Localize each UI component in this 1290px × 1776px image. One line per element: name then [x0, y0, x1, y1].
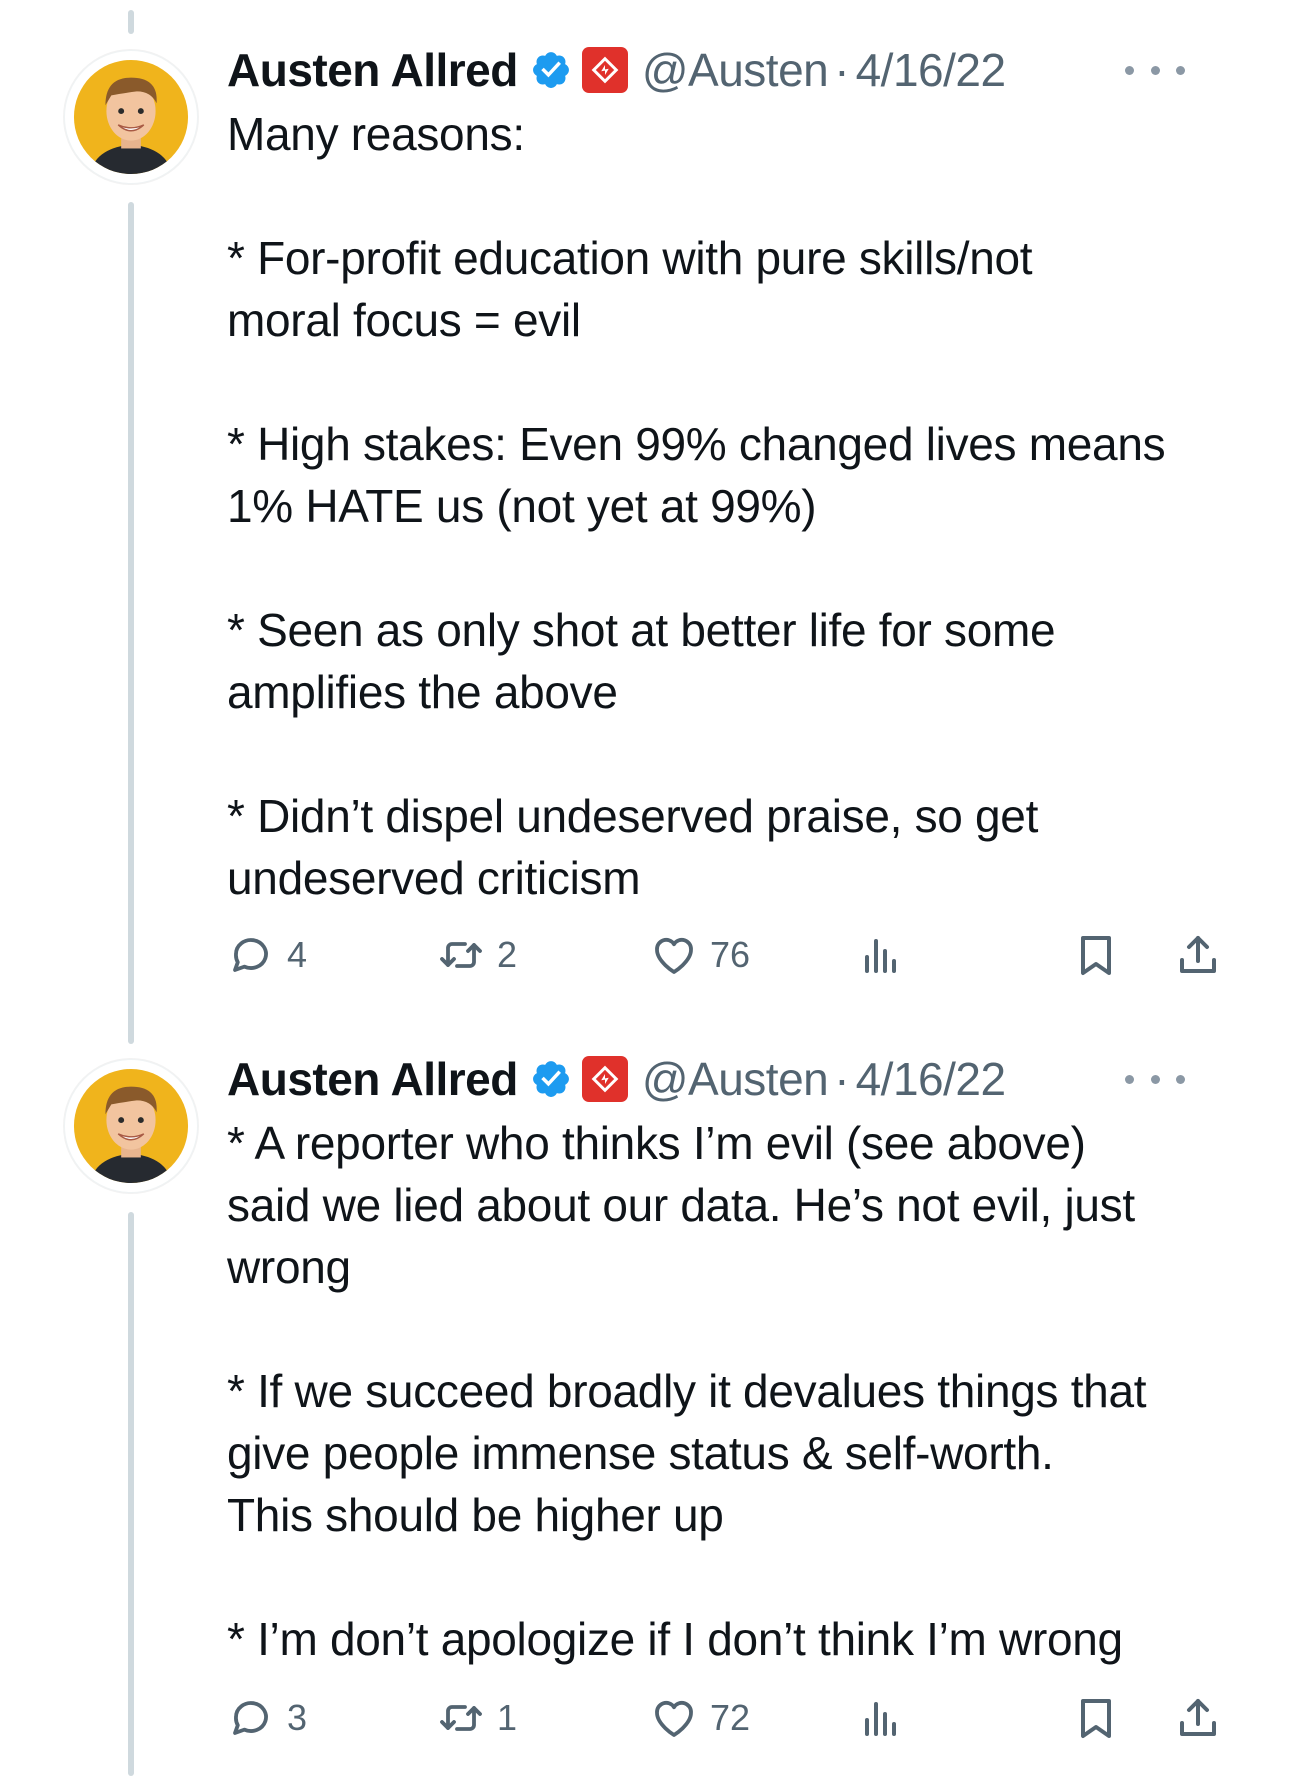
tweet-1[interactable]: Austen Allred @Austen · 4/16/22 Many rea…	[227, 37, 1227, 909]
text-line: * If we succeed broadly it devalues thin…	[227, 1365, 1147, 1417]
author-name[interactable]: Austen Allred	[227, 1052, 518, 1106]
retweet-count: 1	[497, 1697, 518, 1738]
bookmark-button[interactable]	[1072, 925, 1120, 985]
tweet-paragraph: * I’m don’t apologize if I don’t think I…	[227, 1608, 1227, 1670]
retweet-icon	[440, 942, 482, 968]
views-icon	[865, 1702, 896, 1736]
tweet-date[interactable]: 4/16/22	[856, 43, 1006, 97]
bookmark-icon	[1081, 936, 1111, 975]
share-button[interactable]	[1174, 925, 1222, 985]
avatar[interactable]	[64, 1059, 198, 1193]
text-line: wrong	[227, 1241, 351, 1293]
share-icon	[1180, 1699, 1216, 1736]
like-button[interactable]: 72	[650, 1688, 750, 1748]
author-name[interactable]: Austen Allred	[227, 43, 518, 97]
tweet-text: Many reasons: * For-profit education wit…	[227, 103, 1227, 909]
reply-button[interactable]: 3	[227, 1688, 307, 1748]
thread-line	[128, 1212, 134, 1776]
tweet-paragraph: * Didn’t dispel undeserved praise, so ge…	[227, 785, 1227, 909]
reply-count: 3	[287, 1697, 308, 1738]
like-button[interactable]: 76	[650, 925, 750, 985]
separator: ·	[834, 44, 850, 96]
reply-button[interactable]: 4	[227, 925, 307, 985]
retweet-count: 2	[497, 934, 518, 975]
more-icon[interactable]	[1125, 55, 1185, 85]
text-line: * For-profit education with pure skills/…	[227, 232, 1033, 284]
heart-icon	[655, 937, 693, 974]
text-line: * High stakes: Even 99% changed lives me…	[227, 418, 1166, 470]
tweet-date[interactable]: 4/16/22	[856, 1052, 1006, 1106]
text-line: * A reporter who thinks I’m evil (see ab…	[227, 1117, 1086, 1169]
text-line: said we lied about our data. He’s not ev…	[227, 1179, 1135, 1231]
text-line: Many reasons:	[227, 108, 525, 160]
tweet-paragraph: * If we succeed broadly it devalues thin…	[227, 1360, 1227, 1546]
author-handle[interactable]: @Austen	[642, 1052, 829, 1106]
retweet-button[interactable]: 2	[437, 925, 517, 985]
separator: ·	[834, 1053, 850, 1105]
share-button[interactable]	[1174, 1688, 1222, 1748]
avatar-illustration	[73, 59, 189, 175]
share-icon	[1180, 936, 1216, 973]
text-line: amplifies the above	[227, 666, 618, 718]
tweet-text: * A reporter who thinks I’m evil (see ab…	[227, 1112, 1227, 1670]
text-line: * Seen as only shot at better life for s…	[227, 604, 1056, 656]
tweet-paragraph: * A reporter who thinks I’m evil (see ab…	[227, 1112, 1227, 1298]
avatar-illustration	[73, 1068, 189, 1184]
tweet-paragraph: * Seen as only shot at better life for s…	[227, 599, 1227, 723]
reply-icon	[233, 938, 268, 972]
tweet-header: Austen Allred @Austen · 4/16/22	[227, 37, 1227, 103]
text-line: undeserved criticism	[227, 852, 641, 904]
bookmark-button[interactable]	[1072, 1688, 1120, 1748]
views-icon	[865, 939, 896, 973]
views-button[interactable]	[857, 1688, 905, 1748]
text-line: This should be higher up	[227, 1489, 724, 1541]
text-line: * Didn’t dispel undeserved praise, so ge…	[227, 790, 1039, 842]
reply-icon	[233, 1701, 268, 1735]
heart-icon	[655, 1700, 693, 1737]
author-handle[interactable]: @Austen	[642, 43, 829, 97]
bookmark-icon	[1081, 1699, 1111, 1738]
affiliation-badge-icon[interactable]	[581, 1056, 628, 1102]
verified-badge-icon	[532, 1061, 569, 1097]
tweet-actions: 4 2 76	[227, 925, 1227, 985]
avatar[interactable]	[64, 50, 198, 184]
like-count: 76	[710, 934, 751, 975]
verified-badge-icon	[532, 52, 569, 88]
reply-count: 4	[287, 934, 308, 975]
like-count: 72	[710, 1697, 751, 1738]
tweet-paragraph: * High stakes: Even 99% changed lives me…	[227, 413, 1227, 537]
tweet-paragraph: * For-profit education with pure skills/…	[227, 227, 1227, 351]
thread-line	[128, 202, 134, 1044]
views-button[interactable]	[857, 925, 905, 985]
tweet-header: Austen Allred @Austen · 4/16/22	[227, 1046, 1227, 1112]
text-line: * I’m don’t apologize if I don’t think I…	[227, 1613, 1123, 1665]
thread-line-top	[128, 10, 134, 34]
retweet-icon	[440, 1705, 482, 1731]
more-icon[interactable]	[1125, 1064, 1185, 1094]
retweet-button[interactable]: 1	[437, 1688, 517, 1748]
tweet-2[interactable]: Austen Allred @Austen · 4/16/22 * A repo…	[227, 1046, 1227, 1670]
text-line: give people immense status & self-worth.	[227, 1427, 1054, 1479]
affiliation-badge-icon[interactable]	[581, 47, 628, 93]
tweet-actions: 3 1 72	[227, 1688, 1227, 1748]
text-line: 1% HATE us (not yet at 99%)	[227, 480, 817, 532]
text-line: moral focus = evil	[227, 294, 581, 346]
tweet-paragraph: Many reasons:	[227, 103, 1227, 165]
